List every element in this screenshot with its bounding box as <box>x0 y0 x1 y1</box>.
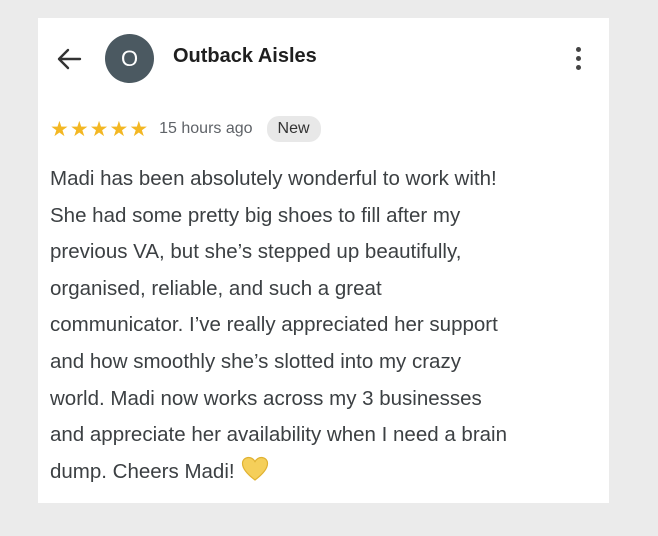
more-options-button[interactable] <box>566 40 590 76</box>
avatar: O <box>105 34 154 83</box>
review-time: 15 hours ago <box>159 120 253 137</box>
review-text: Madi has been absolutely wonderful to wo… <box>50 161 606 490</box>
review-line: dump. Cheers Madi! <box>50 459 235 483</box>
review-header: O Outback Aisles <box>38 18 609 94</box>
star-icon: ★ <box>50 117 69 141</box>
back-button[interactable] <box>52 42 86 76</box>
review-line: organised, reliable, and such a great <box>50 276 382 300</box>
review-line: world. Madi now works across my 3 busine… <box>50 386 482 410</box>
star-icon: ★ <box>109 117 129 141</box>
arrow-left-icon <box>57 48 82 70</box>
review-line: previous VA, but she’s stepped up beauti… <box>50 240 462 264</box>
review-last-line: dump. Cheers Madi! <box>50 454 606 491</box>
star-icon: ★ <box>89 117 109 141</box>
more-vertical-icon <box>575 46 581 52</box>
business-name: Outback Aisles <box>173 45 317 67</box>
star-icon: ★ <box>129 117 149 141</box>
yellow-heart-icon <box>241 456 268 481</box>
review-line: communicator. I’ve really appreciated he… <box>50 313 498 337</box>
review-line: and how smoothly she’s slotted into my c… <box>50 349 461 373</box>
review-meta: ★ ★ ★ ★ ★ 15 hours ago New <box>50 116 321 142</box>
review-line: Madi has been absolutely wonderful to wo… <box>50 167 497 190</box>
review-card: O Outback Aisles ★ ★ ★ ★ ★ 15 hours ago … <box>38 18 609 503</box>
new-badge: New <box>266 116 321 142</box>
star-rating: ★ ★ ★ ★ ★ <box>50 119 148 140</box>
star-icon: ★ <box>69 117 89 141</box>
review-line: She had some pretty big shoes to fill af… <box>50 203 461 227</box>
review-line: and appreciate her availability when I n… <box>50 423 507 447</box>
